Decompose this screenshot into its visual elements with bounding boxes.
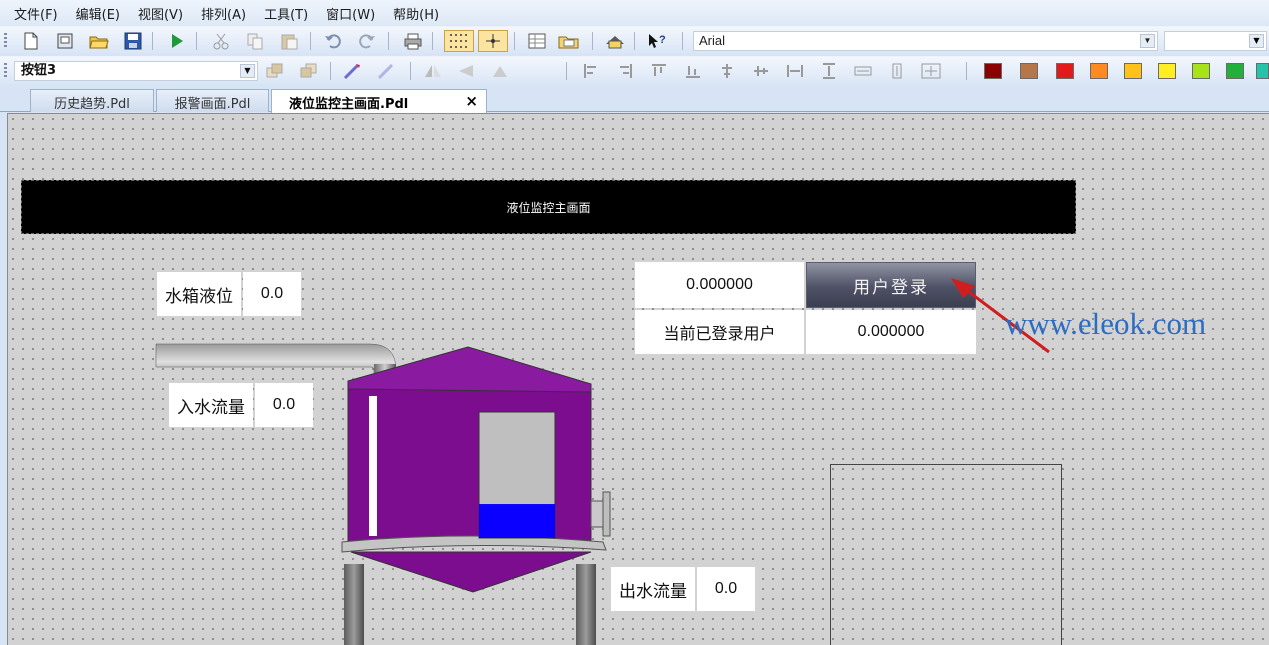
bring-to-front-icon[interactable] bbox=[264, 60, 286, 82]
tank-level-fill bbox=[479, 504, 555, 538]
placeholder-frame[interactable] bbox=[830, 464, 1062, 645]
outflow-value[interactable]: 0.0 bbox=[697, 567, 755, 611]
library-icon[interactable] bbox=[558, 30, 580, 52]
object-toolbar: 按钮3 ▼ bbox=[0, 56, 1269, 85]
rotate-icon[interactable] bbox=[490, 60, 512, 82]
redo-icon[interactable] bbox=[356, 30, 378, 52]
object-select-value: 按钮3 bbox=[21, 63, 57, 78]
chevron-down-icon[interactable]: ▼ bbox=[1140, 34, 1155, 48]
font-name-select[interactable]: Arial ▼ bbox=[693, 31, 1158, 51]
user-login-button-label: 用户登录 bbox=[853, 277, 929, 298]
context-help-icon[interactable]: ? bbox=[646, 30, 668, 52]
menu-help[interactable]: 帮助(H) bbox=[393, 4, 439, 23]
chevron-down-icon[interactable]: ▼ bbox=[240, 64, 255, 78]
palette-swatch[interactable] bbox=[1124, 63, 1142, 79]
current-user-label[interactable]: 当前已登录用户 bbox=[635, 310, 804, 354]
menu-view[interactable]: 视图(V) bbox=[138, 4, 183, 23]
copy-icon[interactable] bbox=[244, 30, 266, 52]
mirror-vertical-icon[interactable] bbox=[456, 60, 478, 82]
close-icon[interactable]: × bbox=[465, 92, 478, 110]
open-folder-icon[interactable] bbox=[88, 30, 110, 52]
svg-text:?: ? bbox=[659, 34, 666, 46]
dynamic-wizard-icon[interactable] bbox=[342, 60, 364, 82]
tab-label: 报警画面.Pdl bbox=[174, 97, 251, 112]
water-tank-graphic[interactable] bbox=[148, 334, 628, 645]
tab-alarm-screen[interactable]: 报警画面.Pdl bbox=[156, 89, 269, 112]
send-to-back-icon[interactable] bbox=[298, 60, 320, 82]
palette-swatch[interactable] bbox=[1256, 63, 1269, 79]
palette-swatch[interactable] bbox=[1226, 63, 1244, 79]
tank-level-label[interactable]: 水箱液位 bbox=[157, 272, 241, 316]
snap-to-grid-icon[interactable] bbox=[478, 30, 508, 52]
paste-icon[interactable] bbox=[278, 30, 300, 52]
tab-label: 液位监控主画面.Pdl bbox=[289, 97, 409, 112]
menu-arrange[interactable]: 排列(A) bbox=[201, 4, 246, 23]
same-height-icon[interactable] bbox=[886, 60, 908, 82]
new-file-icon[interactable] bbox=[20, 30, 42, 52]
save-icon[interactable] bbox=[122, 30, 144, 52]
center-vertical-icon[interactable] bbox=[750, 60, 772, 82]
menu-edit[interactable]: 编辑(E) bbox=[76, 4, 120, 23]
distribute-horizontal-icon[interactable] bbox=[784, 60, 806, 82]
grid-toggle-icon[interactable] bbox=[444, 30, 474, 52]
design-canvas[interactable]: 液位监控主画面 水箱液位 0.0 入水流量 0.0 出水流量 0.0 0.000… bbox=[7, 113, 1269, 645]
tab-level-monitor[interactable]: 液位监控主画面.Pdl × bbox=[271, 89, 487, 113]
tank-level-value[interactable]: 0.0 bbox=[243, 272, 301, 316]
menu-window[interactable]: 窗口(W) bbox=[326, 4, 375, 23]
toolbar-grip[interactable] bbox=[4, 33, 7, 49]
font-size-select[interactable]: ▼ bbox=[1164, 31, 1267, 51]
palette-swatch[interactable] bbox=[1090, 63, 1108, 79]
font-name-value: Arial bbox=[699, 33, 726, 48]
palette-swatch[interactable] bbox=[984, 63, 1002, 79]
center-horizontal-icon[interactable] bbox=[716, 60, 738, 82]
mirror-horizontal-icon[interactable] bbox=[422, 60, 444, 82]
screen-title-object[interactable]: 液位监控主画面 bbox=[21, 180, 1076, 234]
menu-file[interactable]: 文件(F) bbox=[14, 4, 58, 23]
object-select[interactable]: 按钮3 ▼ bbox=[14, 61, 258, 81]
align-left-icon[interactable] bbox=[580, 60, 602, 82]
palette-swatch[interactable] bbox=[1158, 63, 1176, 79]
tab-history-trend[interactable]: 历史趋势.Pdl bbox=[30, 89, 154, 112]
standard-toolbar: ? Arial ▼ ▼ bbox=[0, 26, 1269, 54]
menu-bar: 文件(F) 编辑(E) 视图(V) 排列(A) 工具(T) 窗口(W) 帮助(H… bbox=[0, 0, 1269, 26]
screen-title: 液位监控主画面 bbox=[506, 200, 591, 215]
palette-swatch[interactable] bbox=[1192, 63, 1210, 79]
align-bottom-icon[interactable] bbox=[682, 60, 704, 82]
palette-swatch[interactable] bbox=[1020, 63, 1038, 79]
same-width-icon[interactable] bbox=[852, 60, 874, 82]
palette-swatch[interactable] bbox=[1056, 63, 1074, 79]
undo-icon[interactable] bbox=[322, 30, 344, 52]
distribute-vertical-icon[interactable] bbox=[818, 60, 840, 82]
login-status-value[interactable]: 0.000000 bbox=[635, 262, 804, 308]
layers-icon[interactable] bbox=[604, 30, 626, 52]
document-tabs: 历史趋势.Pdl 报警画面.Pdl 液位监控主画面.Pdl × bbox=[0, 86, 1269, 113]
app-window: 文件(F) 编辑(E) 视图(V) 排列(A) 工具(T) 窗口(W) 帮助(H… bbox=[0, 0, 1269, 645]
run-icon[interactable] bbox=[166, 30, 188, 52]
properties-icon[interactable] bbox=[526, 30, 548, 52]
wizard-disabled-icon[interactable] bbox=[376, 60, 398, 82]
chevron-down-icon[interactable]: ▼ bbox=[1249, 34, 1264, 48]
same-size-icon[interactable] bbox=[920, 60, 942, 82]
menu-tools[interactable]: 工具(T) bbox=[264, 4, 308, 23]
cut-icon[interactable] bbox=[210, 30, 232, 52]
print-icon[interactable] bbox=[402, 30, 424, 52]
watermark-text: www.eleok.com bbox=[1005, 306, 1207, 341]
align-right-icon[interactable] bbox=[614, 60, 636, 82]
open-project-icon[interactable] bbox=[54, 30, 76, 52]
tab-label: 历史趋势.Pdl bbox=[54, 97, 130, 112]
align-top-icon[interactable] bbox=[648, 60, 670, 82]
toolbar-grip[interactable] bbox=[4, 63, 7, 79]
